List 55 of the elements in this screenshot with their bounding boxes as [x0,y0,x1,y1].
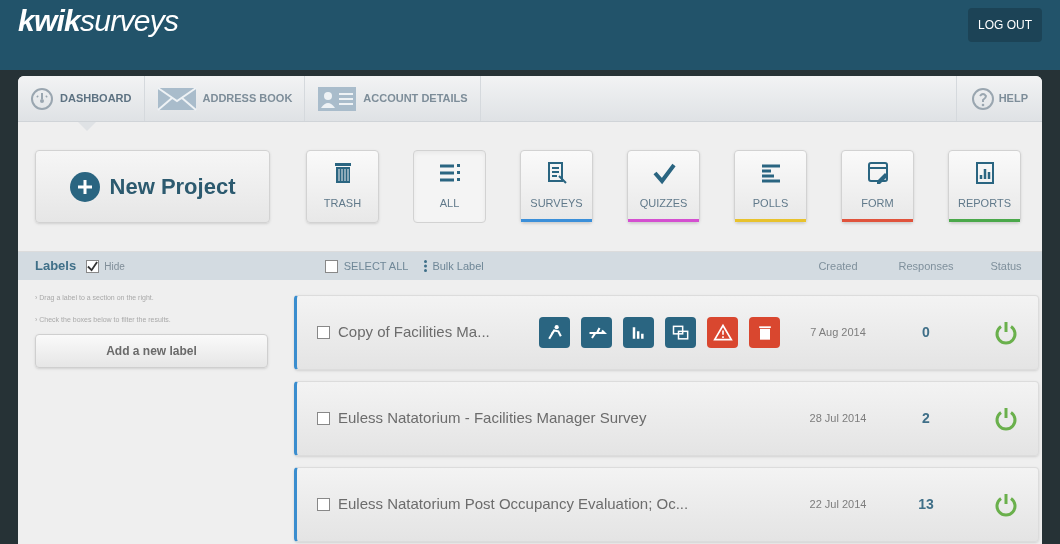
filter-button[interactable]: REPORTS [948,150,1021,223]
help-button[interactable]: HELP [955,76,1042,121]
action-button[interactable] [623,317,654,348]
project-title[interactable]: Copy of Facilities Ma... [338,321,490,344]
logout-button[interactable]: LOG OUT [968,8,1042,42]
checkbox[interactable] [324,259,338,273]
hide-label: Hide [104,259,125,274]
nav-tab[interactable]: ADDRESS BOOK [144,76,306,121]
checkbox[interactable] [317,326,330,339]
response-count: 2 [921,409,931,428]
warning-icon [712,322,733,343]
plus-icon [69,171,100,202]
filter-button[interactable]: TRASH [306,150,379,223]
help-icon [970,86,995,111]
nav-tab[interactable]: DASHBOARD [18,76,145,121]
response-count: 13 [917,495,935,514]
filter-button[interactable]: QUIZZES [627,150,700,223]
project-card[interactable]: Euless Natatorium - Facilities Manager Survey 28 Jul 2014 2 [294,381,1039,456]
action-button[interactable] [749,317,780,348]
action-button[interactable] [665,317,696,348]
nav-tab[interactable]: ACCOUNT DETAILS [305,76,481,121]
tab-pointer [78,122,96,131]
created-date: 7 Aug 2014 [809,325,867,341]
select-all-label: SELECT ALL [343,258,409,274]
action-button[interactable] [707,317,738,348]
project-card[interactable]: Copy of Facilities Ma... 7 Aug 2014 0 [294,295,1039,370]
project-title[interactable]: Euless Natatorium Post Occupancy Evaluation; Oc... [338,493,689,516]
gauge-icon [30,86,54,111]
column-header: Created [817,258,859,274]
filter-button[interactable]: SURVEYS [520,150,593,223]
id-card-icon [317,84,358,113]
response-count: 0 [921,323,931,342]
checkbox[interactable] [317,412,330,425]
filter-button[interactable]: POLLS [734,150,807,223]
check-icon [87,260,99,272]
bulk-label-button[interactable]: Bulk Label [432,257,484,275]
new-project-button[interactable]: New Project [35,150,270,223]
checkbox[interactable] [86,259,100,273]
labels-heading: Labels [35,257,77,276]
logo: kwiksurveys [18,6,179,36]
form-edit-icon [865,161,890,186]
checkbox[interactable] [317,498,330,511]
created-date: 22 Jul 2014 [808,497,868,513]
action-button[interactable] [539,317,570,348]
project-card[interactable]: Euless Natatorium Post Occupancy Evaluation; Oc... 22 Jul 2014 13 [294,467,1039,542]
column-header: Status [989,258,1023,274]
checkmark-icon [651,161,676,186]
project-title[interactable]: Euless Natatorium - Facilities Manager Survey [338,407,647,430]
filter-button[interactable]: ALL [413,150,486,223]
action-button[interactable] [581,317,612,348]
more-icon [424,260,428,272]
created-date: 28 Jul 2014 [808,411,868,427]
filter-button[interactable]: FORM [841,150,914,223]
add-label-button[interactable]: Add a new label [35,334,268,368]
column-header: Responses [897,258,955,274]
